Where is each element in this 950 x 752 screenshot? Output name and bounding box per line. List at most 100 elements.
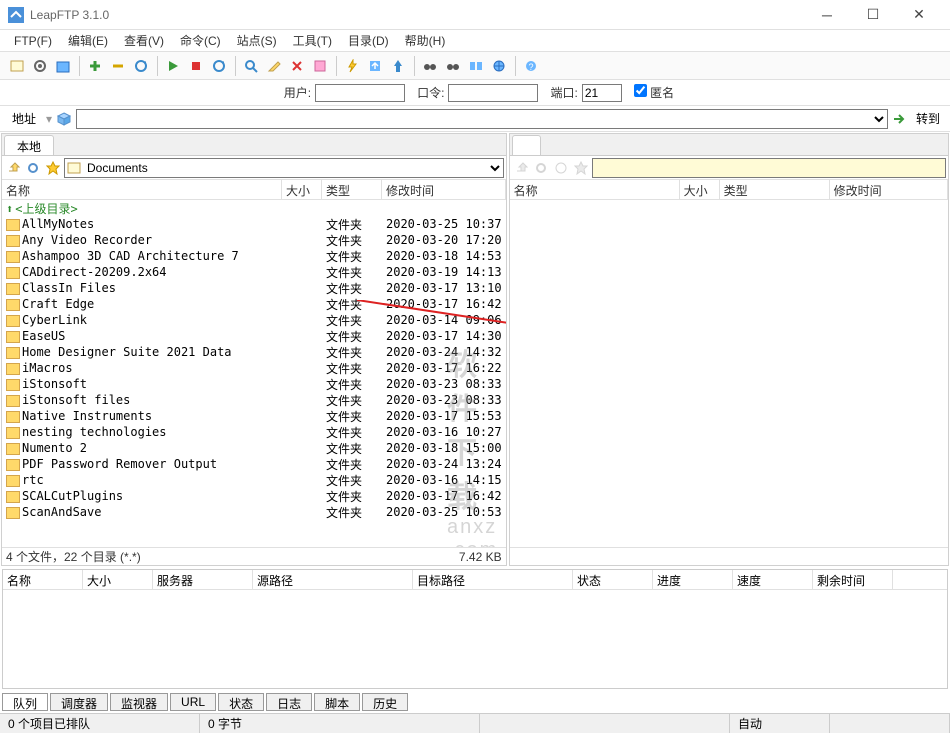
anonymous-checkbox[interactable] [634,84,647,97]
bottom-tab-5[interactable]: 日志 [266,693,312,711]
upload-icon[interactable] [364,55,386,77]
bottom-tab-2[interactable]: 监视器 [110,693,168,711]
rcol-size[interactable]: 大小 [680,180,720,199]
compare-icon[interactable] [465,55,487,77]
file-row[interactable]: EaseUS文件夹2020-03-17 14:30 [2,328,506,344]
queue-col-7[interactable]: 速度 [733,570,813,589]
refresh-icon[interactable] [208,55,230,77]
menu-4[interactable]: 站点(S) [229,30,285,51]
address-input[interactable] [76,109,888,129]
menu-5[interactable]: 工具(T) [285,30,340,51]
file-row[interactable]: Numento 2文件夹2020-03-18 15:00 [2,440,506,456]
password-input[interactable] [448,84,538,102]
bottom-tab-7[interactable]: 历史 [362,693,408,711]
file-row[interactable]: Home Designer Suite 2021 Data文件夹2020-03-… [2,344,506,360]
play-icon[interactable] [162,55,184,77]
file-row[interactable]: AllMyNotes文件夹2020-03-25 10:37 [2,216,506,232]
local-refresh-icon[interactable] [24,159,42,177]
queue-col-1[interactable]: 大小 [83,570,153,589]
minimize-button[interactable]: ─ [804,0,850,30]
remote-tab[interactable] [512,135,541,155]
cube-icon[interactable] [56,111,72,127]
bottom-tab-1[interactable]: 调度器 [50,693,108,711]
local-pane: 本地 Documents 名称 大小 类型 修改时间 ⬆<上级目录>AllMyN… [1,133,507,566]
bottom-tab-6[interactable]: 脚本 [314,693,360,711]
menu-6[interactable]: 目录(D) [340,30,397,51]
globe-icon[interactable] [488,55,510,77]
queue-col-3[interactable]: 源路径 [253,570,413,589]
user-input[interactable] [315,84,405,102]
calendar-icon[interactable] [52,55,74,77]
file-row[interactable]: Native Instruments文件夹2020-03-17 15:53 [2,408,506,424]
file-row[interactable]: rtc文件夹2020-03-16 14:15 [2,472,506,488]
remote-refresh-icon[interactable] [532,159,550,177]
file-row[interactable]: Craft Edge文件夹2020-03-17 16:42 [2,296,506,312]
file-row[interactable]: nesting technologies文件夹2020-03-16 10:27 [2,424,506,440]
remote-fav-icon[interactable] [572,159,590,177]
download-icon[interactable] [387,55,409,77]
file-row[interactable]: ClassIn Files文件夹2020-03-17 13:10 [2,280,506,296]
bottom-tab-3[interactable]: URL [170,693,216,711]
menu-0[interactable]: FTP(F) [6,32,60,50]
file-row[interactable]: PDF Password Remover Output文件夹2020-03-24… [2,456,506,472]
binoculars2-icon[interactable] [442,55,464,77]
local-fav-icon[interactable] [44,159,62,177]
permissions-icon[interactable] [309,55,331,77]
queue-col-2[interactable]: 服务器 [153,570,253,589]
local-path-input[interactable]: Documents [64,158,504,178]
file-row[interactable]: CADdirect-20209.2x64文件夹2020-03-19 14:13 [2,264,506,280]
port-input[interactable] [582,84,622,102]
file-row[interactable]: CyberLink文件夹2020-03-14 09:06 [2,312,506,328]
file-row[interactable]: Ashampoo 3D CAD Architecture 7文件夹2020-03… [2,248,506,264]
go-button[interactable]: 转到 [912,108,944,129]
go-arrow-icon[interactable] [892,111,908,127]
bottom-tab-0[interactable]: 队列 [2,693,48,711]
col-size[interactable]: 大小 [282,180,322,199]
queue-col-5[interactable]: 状态 [573,570,653,589]
local-tab[interactable]: 本地 [4,135,54,155]
remote-file-list[interactable] [510,200,948,547]
help-icon[interactable]: ? [520,55,542,77]
menu-3[interactable]: 命令(C) [172,30,229,51]
rcol-date[interactable]: 修改时间 [830,180,948,199]
remote-history-icon[interactable] [552,159,570,177]
remote-up-icon[interactable] [512,159,530,177]
queue-col-4[interactable]: 目标路径 [413,570,573,589]
stop-icon[interactable] [185,55,207,77]
delete-icon[interactable] [286,55,308,77]
rcol-name[interactable]: 名称 [510,180,680,199]
file-row[interactable]: SCALCutPlugins文件夹2020-03-17 16:42 [2,488,506,504]
menu-7[interactable]: 帮助(H) [397,30,454,51]
col-date[interactable]: 修改时间 [382,180,506,199]
file-row[interactable]: Any Video Recorder文件夹2020-03-20 17:20 [2,232,506,248]
refresh-queue-icon[interactable] [130,55,152,77]
file-row[interactable]: ScanAndSave文件夹2020-03-25 10:53 [2,504,506,520]
local-file-list[interactable]: ⬆<上级目录>AllMyNotes文件夹2020-03-25 10:37Any … [2,200,506,547]
settings-icon[interactable] [29,55,51,77]
lightning-icon[interactable] [341,55,363,77]
maximize-button[interactable]: ☐ [850,0,896,30]
search-icon[interactable] [240,55,262,77]
add-icon[interactable] [84,55,106,77]
local-up-icon[interactable] [4,159,22,177]
rcol-type[interactable]: 类型 [720,180,830,199]
binoculars-icon[interactable] [419,55,441,77]
menu-2[interactable]: 查看(V) [116,30,172,51]
file-row[interactable]: iMacros文件夹2020-03-17 16:22 [2,360,506,376]
queue-col-6[interactable]: 进度 [653,570,733,589]
file-row[interactable]: iStonsoft files文件夹2020-03-23 08:33 [2,392,506,408]
remove-icon[interactable] [107,55,129,77]
edit-icon[interactable] [263,55,285,77]
col-type[interactable]: 类型 [322,180,382,199]
file-row[interactable]: iStonsoft文件夹2020-03-23 08:33 [2,376,506,392]
sites-icon[interactable] [6,55,28,77]
queue-col-8[interactable]: 剩余时间 [813,570,893,589]
parent-dir-row[interactable]: ⬆<上级目录> [2,200,506,216]
close-button[interactable]: ✕ [896,0,942,30]
queue-col-0[interactable]: 名称 [3,570,83,589]
bottom-tab-4[interactable]: 状态 [218,693,264,711]
remote-path-input[interactable] [592,158,946,178]
menu-1[interactable]: 编辑(E) [60,30,116,51]
col-name[interactable]: 名称 [2,180,282,199]
anonymous-checkbox-label[interactable]: 匿名 [634,84,674,101]
